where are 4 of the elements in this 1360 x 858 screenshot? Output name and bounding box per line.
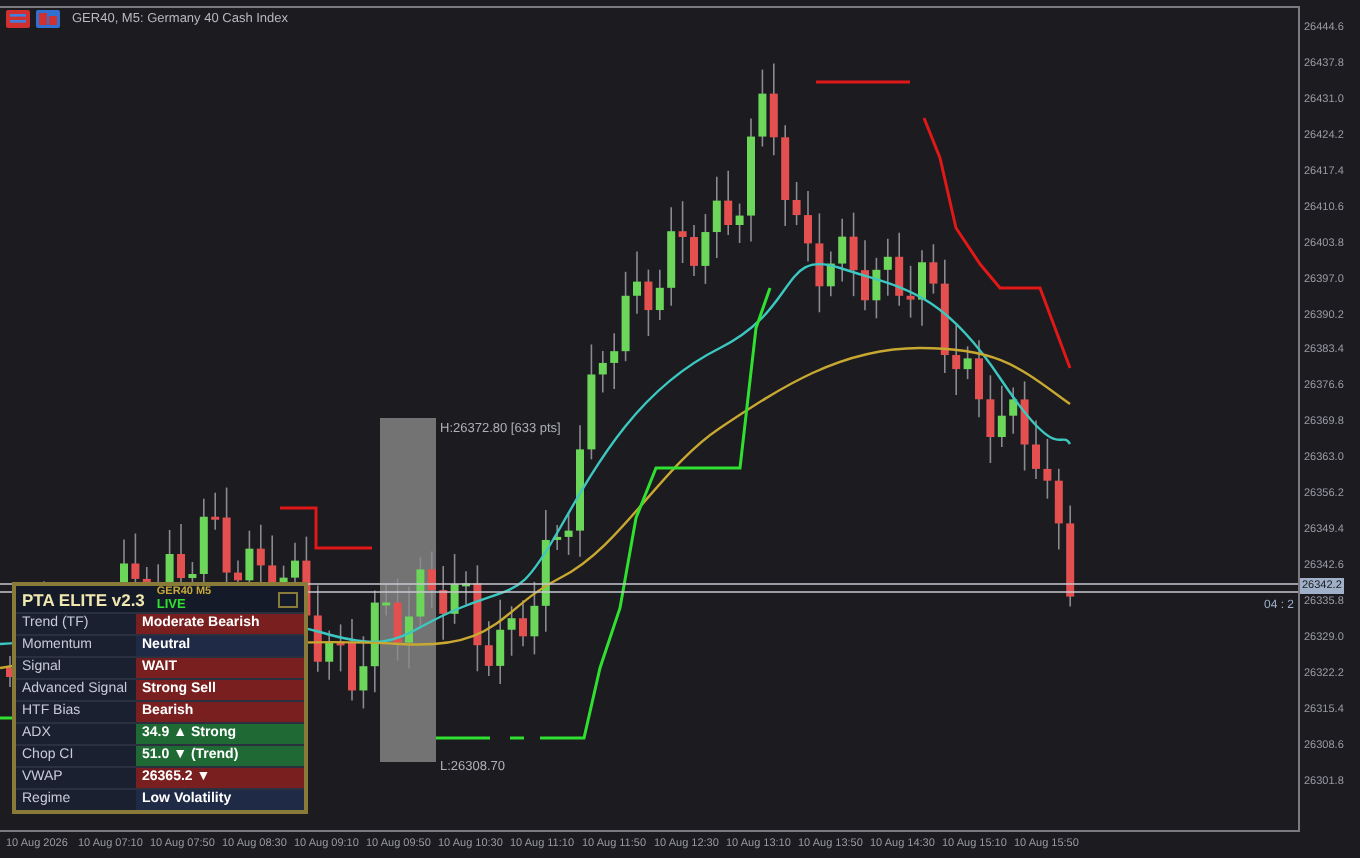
minimize-icon[interactable] bbox=[278, 591, 298, 607]
panel-title: PTA ELITE v2.3 bbox=[22, 589, 145, 609]
chart-icon[interactable] bbox=[36, 10, 60, 28]
chart-icon[interactable] bbox=[6, 10, 30, 28]
